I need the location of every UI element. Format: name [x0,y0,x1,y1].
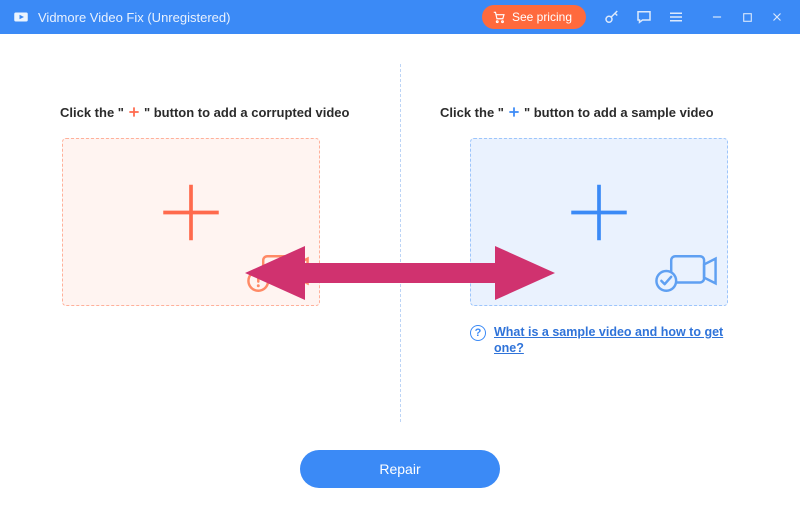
plus-icon [562,176,636,255]
app-logo-icon [12,8,30,26]
corrupted-instruction: Click the " " button to add a corrupted … [60,104,380,120]
add-sample-video-dropzone[interactable] [470,138,728,306]
key-icon[interactable] [600,5,624,29]
sample-instruction: Click the " " button to add a sample vid… [440,104,760,120]
corrupted-instruction-post: " button to add a corrupted video [144,105,350,120]
sample-video-icon [653,248,719,299]
see-pricing-button[interactable]: See pricing [482,5,586,29]
close-button[interactable] [762,4,792,30]
menu-icon[interactable] [664,5,688,29]
corrupted-instruction-pre: Click the " [60,105,124,120]
question-icon: ? [470,325,486,341]
main-content: Click the " " button to add a corrupted … [0,34,800,512]
minimize-button[interactable] [702,4,732,30]
add-corrupted-video-dropzone[interactable] [62,138,320,306]
vertical-divider [400,64,401,422]
sample-help-row: ? What is a sample video and how to get … [470,324,730,357]
feedback-icon[interactable] [632,5,656,29]
titlebar: Vidmore Video Fix (Unregistered) See pri… [0,0,800,34]
sample-video-panel: Click the " " button to add a sample vid… [440,104,760,357]
maximize-button[interactable] [732,4,762,30]
cart-icon [492,10,506,24]
corrupted-video-icon [245,248,311,299]
sample-instruction-pre: Click the " [440,105,504,120]
plus-icon [506,104,522,120]
window-controls [702,4,792,30]
app-title: Vidmore Video Fix (Unregistered) [38,10,230,25]
plus-icon [154,176,228,255]
see-pricing-label: See pricing [512,10,572,24]
plus-icon [126,104,142,120]
sample-instruction-post: " button to add a sample video [524,105,714,120]
sample-help-link[interactable]: What is a sample video and how to get on… [494,324,730,357]
repair-button[interactable]: Repair [300,450,500,488]
corrupted-video-panel: Click the " " button to add a corrupted … [60,104,380,306]
